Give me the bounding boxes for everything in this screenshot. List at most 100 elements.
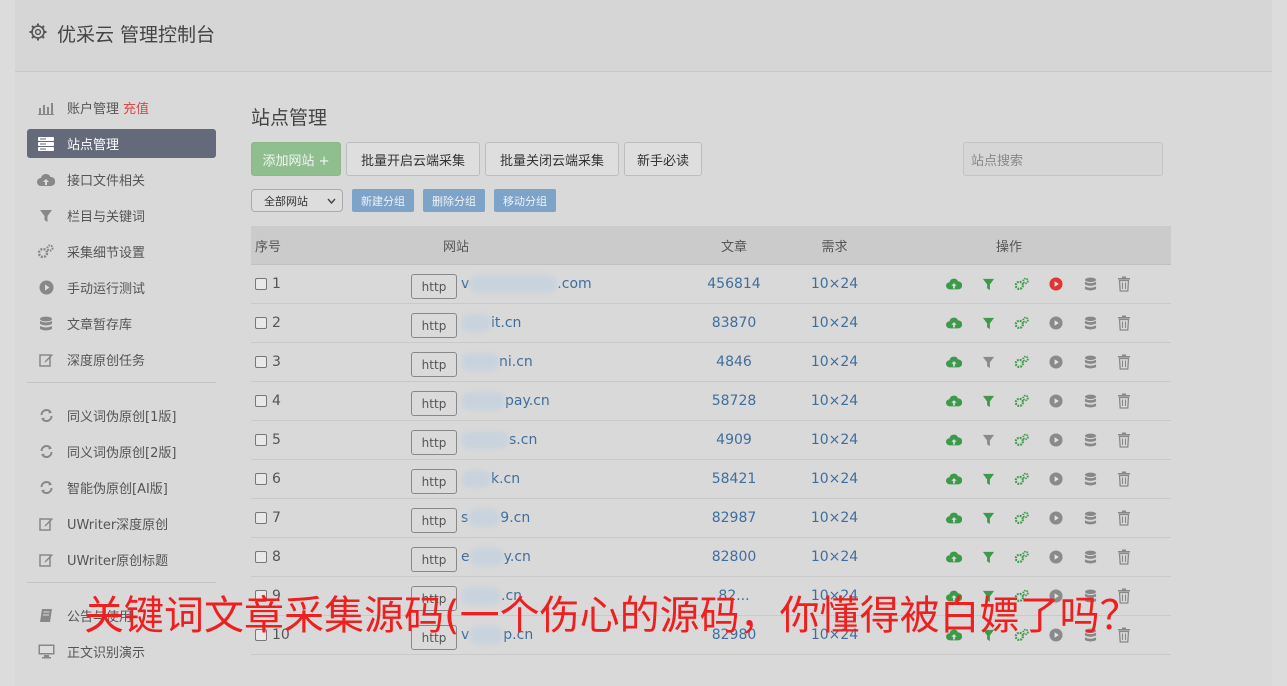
cloud-upload-icon[interactable] — [946, 276, 962, 292]
demand-value[interactable]: 10×24 — [777, 276, 892, 292]
sidebar-item-interface-files[interactable]: 接口文件相关 — [27, 165, 216, 194]
play-circle-icon[interactable] — [1048, 471, 1064, 487]
demand-value[interactable]: 10×24 — [777, 510, 892, 526]
gears-icon[interactable] — [1014, 549, 1030, 565]
recharge-link[interactable]: 充值 — [123, 98, 149, 117]
sidebar-item-uwriter-deep[interactable]: UWriter深度原创 — [27, 509, 216, 538]
database-icon[interactable] — [1082, 471, 1098, 487]
sidebar-item-sites[interactable]: 站点管理 — [27, 129, 216, 158]
new-group-button[interactable]: 新建分组 — [352, 189, 414, 212]
delete-group-button[interactable]: 删除分组 — [423, 189, 485, 212]
database-icon[interactable] — [1082, 354, 1098, 370]
row-checkbox[interactable] — [255, 356, 267, 368]
site-domain-link[interactable]: v .com — [461, 275, 592, 293]
gear-icon[interactable] — [28, 22, 48, 42]
protocol-badge[interactable]: http — [411, 508, 457, 533]
sidebar-item-ai-rewrite[interactable]: 智能伪原创[AI版] — [27, 473, 216, 502]
gears-icon[interactable] — [1014, 432, 1030, 448]
play-circle-icon[interactable] — [1048, 276, 1064, 292]
protocol-badge[interactable]: http — [411, 547, 457, 572]
protocol-badge[interactable]: http — [411, 391, 457, 416]
cloud-upload-icon[interactable] — [946, 354, 962, 370]
gears-icon[interactable] — [1014, 276, 1030, 292]
play-circle-icon[interactable] — [1048, 510, 1064, 526]
gears-icon[interactable] — [1014, 393, 1030, 409]
group-select[interactable]: 全部网站 — [251, 189, 343, 212]
article-count[interactable]: 58421 — [691, 471, 777, 487]
trash-icon[interactable] — [1116, 432, 1132, 448]
play-circle-icon[interactable] — [1048, 354, 1064, 370]
gears-icon[interactable] — [1014, 315, 1030, 331]
sidebar-item-collect-settings[interactable]: 采集细节设置 — [27, 237, 216, 266]
beginner-guide-button[interactable]: 新手必读 — [624, 142, 702, 176]
article-count[interactable]: 83870 — [691, 315, 777, 331]
row-checkbox[interactable] — [255, 473, 267, 485]
database-icon[interactable] — [1082, 315, 1098, 331]
sidebar-item-synonym-v2[interactable]: 同义词伪原创[2版] — [27, 437, 216, 466]
protocol-badge[interactable]: http — [411, 469, 457, 494]
demand-value[interactable]: 10×24 — [777, 432, 892, 448]
cloud-upload-icon[interactable] — [946, 471, 962, 487]
trash-icon[interactable] — [1116, 471, 1132, 487]
filter-icon[interactable] — [980, 432, 996, 448]
database-icon[interactable] — [1082, 549, 1098, 565]
cloud-upload-icon[interactable] — [946, 549, 962, 565]
play-circle-icon[interactable] — [1048, 393, 1064, 409]
play-circle-icon[interactable] — [1048, 432, 1064, 448]
filter-icon[interactable] — [980, 393, 996, 409]
cloud-upload-icon[interactable] — [946, 393, 962, 409]
row-checkbox[interactable] — [255, 551, 267, 563]
filter-icon[interactable] — [980, 276, 996, 292]
site-domain-link[interactable]: k.cn — [461, 470, 520, 488]
database-icon[interactable] — [1082, 393, 1098, 409]
row-checkbox[interactable] — [255, 317, 267, 329]
demand-value[interactable]: 10×24 — [777, 393, 892, 409]
row-checkbox[interactable] — [255, 395, 267, 407]
play-circle-icon[interactable] — [1048, 315, 1064, 331]
article-count[interactable]: 82987 — [691, 510, 777, 526]
sidebar-item-text-recognition[interactable]: 正文识别演示 — [27, 637, 216, 666]
gears-icon[interactable] — [1014, 510, 1030, 526]
cloud-upload-icon[interactable] — [946, 510, 962, 526]
move-group-button[interactable]: 移动分组 — [494, 189, 556, 212]
protocol-badge[interactable]: http — [411, 430, 457, 455]
demand-value[interactable]: 10×24 — [777, 471, 892, 487]
filter-icon[interactable] — [980, 315, 996, 331]
filter-icon[interactable] — [980, 354, 996, 370]
batch-enable-cloud-button[interactable]: 批量开启云端采集 — [346, 142, 480, 176]
article-count[interactable]: 82800 — [691, 549, 777, 565]
demand-value[interactable]: 10×24 — [777, 549, 892, 565]
trash-icon[interactable] — [1116, 549, 1132, 565]
gears-icon[interactable] — [1014, 354, 1030, 370]
site-domain-link[interactable]: ni.cn — [461, 353, 533, 371]
article-count[interactable]: 456814 — [691, 276, 777, 292]
demand-value[interactable]: 10×24 — [777, 354, 892, 370]
sidebar-item-article-store[interactable]: 文章暂存库 — [27, 309, 216, 338]
site-domain-link[interactable]: pay.cn — [461, 392, 550, 410]
gears-icon[interactable] — [1014, 471, 1030, 487]
trash-icon[interactable] — [1116, 315, 1132, 331]
site-domain-link[interactable]: s 9.cn — [461, 509, 530, 527]
play-circle-icon[interactable] — [1048, 549, 1064, 565]
filter-icon[interactable] — [980, 510, 996, 526]
row-checkbox[interactable] — [255, 512, 267, 524]
protocol-badge[interactable]: http — [411, 352, 457, 377]
database-icon[interactable] — [1082, 276, 1098, 292]
sidebar-item-account[interactable]: 账户管理 充值 — [27, 93, 216, 122]
row-checkbox[interactable] — [255, 434, 267, 446]
trash-icon[interactable] — [1116, 393, 1132, 409]
site-search-input[interactable]: 站点搜索 — [963, 142, 1163, 176]
trash-icon[interactable] — [1116, 354, 1132, 370]
database-icon[interactable] — [1082, 432, 1098, 448]
site-domain-link[interactable]: e y.cn — [461, 548, 531, 566]
sidebar-item-synonym-v1[interactable]: 同义词伪原创[1版] — [27, 401, 216, 430]
add-site-button[interactable]: 添加网站 + — [251, 142, 341, 176]
protocol-badge[interactable]: http — [411, 313, 457, 338]
demand-value[interactable]: 10×24 — [777, 315, 892, 331]
site-domain-link[interactable]: s.cn — [461, 431, 537, 449]
article-count[interactable]: 58728 — [691, 393, 777, 409]
protocol-badge[interactable]: http — [411, 274, 457, 299]
sidebar-item-columns-keywords[interactable]: 栏目与关键词 — [27, 201, 216, 230]
sidebar-item-deep-original[interactable]: 深度原创任务 — [27, 345, 216, 374]
cloud-upload-icon[interactable] — [946, 432, 962, 448]
